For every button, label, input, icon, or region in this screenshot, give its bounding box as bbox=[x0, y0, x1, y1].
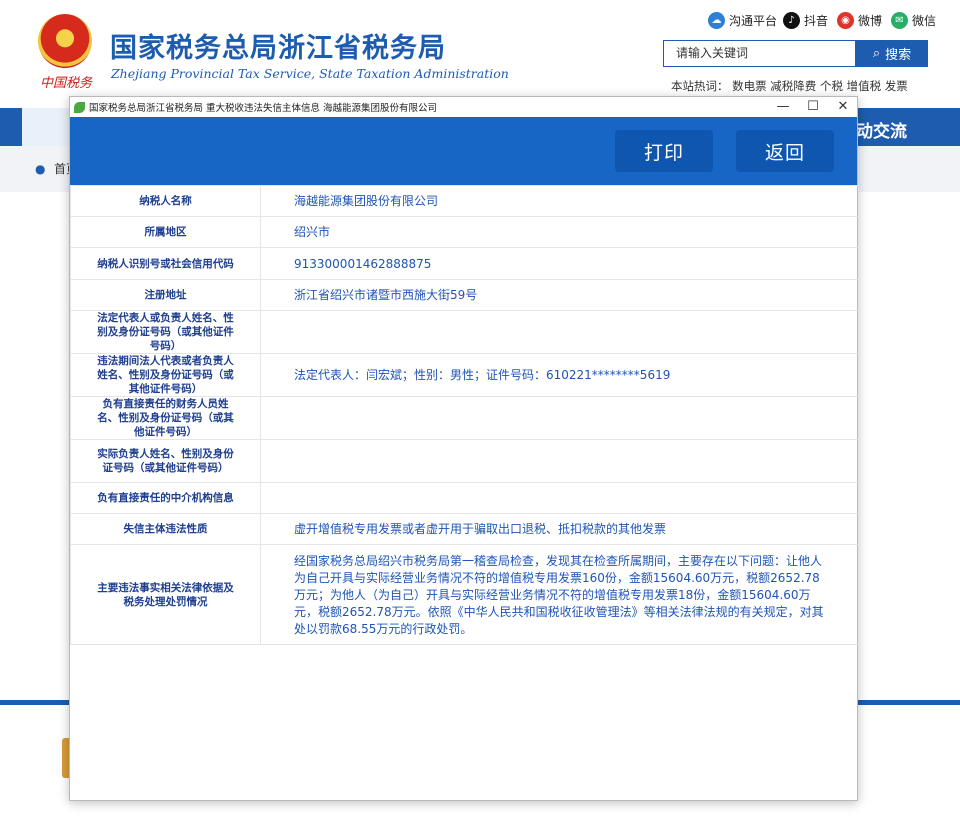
row-value: 绍兴市 bbox=[260, 216, 859, 248]
social-link-wechat[interactable]: ✉ 微信 bbox=[891, 12, 936, 29]
close-icon[interactable]: ✕ bbox=[835, 99, 851, 114]
social-label: 微信 bbox=[912, 14, 937, 28]
maximize-icon[interactable]: ☐ bbox=[805, 99, 821, 114]
emblem-caption: 中国税务 bbox=[40, 76, 93, 91]
minimize-icon[interactable]: — bbox=[775, 99, 791, 114]
table-row: 法定代表人或负责人姓名、性别及身份证号码（或其他证件号码） bbox=[70, 310, 859, 354]
back-button[interactable]: 返回 bbox=[736, 130, 834, 172]
row-value: 浙江省绍兴市诸暨市西施大街59号 bbox=[260, 279, 859, 311]
weibo-icon: ◉ bbox=[837, 12, 854, 29]
row-value bbox=[260, 396, 859, 440]
window-titlebar[interactable]: 国家税务总局浙江省税务局 重大税收违法失信主体信息 海越能源集团股份有限公司 —… bbox=[70, 97, 857, 117]
cloud-icon: ☁ bbox=[708, 12, 725, 29]
search-button[interactable]: ⌕ 搜索 bbox=[856, 40, 928, 67]
window-title: 国家税务总局浙江省税务局 重大税收违法失信主体信息 海越能源集团股份有限公司 bbox=[89, 103, 438, 114]
table-row: 负有直接责任的财务人员姓名、性别及身份证号码（或其他证件号码） bbox=[70, 396, 859, 440]
table-row: 注册地址 浙江省绍兴市诸暨市西施大街59号 bbox=[70, 279, 859, 311]
row-value bbox=[260, 482, 859, 514]
national-emblem-logo bbox=[38, 14, 92, 68]
row-value: 海越能源集团股份有限公司 bbox=[260, 185, 859, 217]
row-key: 实际负责人姓名、性别及身份证号码（或其他证件号码） bbox=[70, 439, 261, 483]
table-row: 所属地区 绍兴市 bbox=[70, 216, 859, 248]
table-row: 纳税人识别号或社会信用代码 913300001462888875 bbox=[70, 247, 859, 280]
social-label: 微博 bbox=[858, 14, 883, 28]
table-row: 主要违法事实相关法律依据及税务处理处罚情况 经国家税务总局绍兴市税务局第一稽查局… bbox=[70, 544, 859, 645]
row-key: 纳税人名称 bbox=[70, 185, 261, 217]
table-row: 实际负责人姓名、性别及身份证号码（或其他证件号码） bbox=[70, 439, 859, 483]
search-icon: ⌕ bbox=[872, 46, 881, 61]
table-row: 负有直接责任的中介机构信息 bbox=[70, 482, 859, 514]
row-key: 主要违法事实相关法律依据及税务处理处罚情况 bbox=[70, 544, 261, 645]
hot-words[interactable]: 本站热词： 数电票 减税降费 个税 增值税 发票 bbox=[671, 78, 908, 94]
row-key: 失信主体违法性质 bbox=[70, 513, 261, 545]
search-button-label: 搜索 bbox=[885, 48, 912, 63]
table-row: 失信主体违法性质 虚开增值税专用发票或者虚开用于骗取出口退税、抵扣税款的其他发票 bbox=[70, 513, 859, 545]
popup-window: 国家税务总局浙江省税务局 重大税收违法失信主体信息 海越能源集团股份有限公司 —… bbox=[69, 96, 859, 801]
social-link-weibo[interactable]: ◉ 微博 bbox=[837, 12, 882, 29]
taxpayer-info-table: 纳税人名称 海越能源集团股份有限公司 所属地区 绍兴市 纳税人识别号或社会信用代… bbox=[70, 185, 859, 645]
row-key: 注册地址 bbox=[70, 279, 261, 311]
print-button[interactable]: 打印 bbox=[615, 130, 713, 172]
row-value: 虚开增值税专用发票或者虚开用于骗取出口退税、抵扣税款的其他发票 bbox=[260, 513, 859, 545]
row-value: 经国家税务总局绍兴市税务局第一稽查局检查，发现其在检查所属期间，主要存在以下问题… bbox=[260, 544, 859, 645]
site-subtitle: Zhejiang Provincial Tax Service, State T… bbox=[111, 66, 509, 81]
table-row: 违法期间法人代表或者负责人姓名、性别及身份证号码（或其他证件号码） 法定代表人：… bbox=[70, 353, 859, 397]
nav-home-tab[interactable] bbox=[22, 108, 70, 146]
row-key: 法定代表人或负责人姓名、性别及身份证号码（或其他证件号码） bbox=[70, 310, 261, 354]
douyin-icon: ♪ bbox=[783, 12, 800, 29]
site-title[interactable]: 国家税务总局浙江省税务局 bbox=[110, 26, 446, 65]
row-key: 负有直接责任的财务人员姓名、性别及身份证号码（或其他证件号码） bbox=[70, 396, 261, 440]
location-pin-icon: ● bbox=[35, 162, 46, 176]
row-value bbox=[260, 310, 859, 354]
browser-leaf-icon bbox=[74, 101, 85, 113]
wechat-icon: ✉ bbox=[891, 12, 908, 29]
social-link-douyin[interactable]: ♪ 抖音 bbox=[783, 12, 828, 29]
row-value: 法定代表人：闫宏斌；性别：男性；证件号码：610221********5619 bbox=[260, 353, 859, 397]
row-key: 所属地区 bbox=[70, 216, 261, 248]
search-input[interactable]: 请输入关键词 bbox=[663, 40, 856, 67]
row-value bbox=[260, 439, 859, 483]
table-row: 纳税人名称 海越能源集团股份有限公司 bbox=[70, 185, 859, 217]
social-label: 抖音 bbox=[804, 14, 829, 28]
row-key: 纳税人识别号或社会信用代码 bbox=[70, 247, 261, 280]
action-toolbar: 打印 返回 bbox=[70, 117, 857, 185]
social-label: 沟通平台 bbox=[729, 14, 778, 28]
social-link-platform[interactable]: ☁ 沟通平台 bbox=[708, 12, 777, 29]
row-key: 违法期间法人代表或者负责人姓名、性别及身份证号码（或其他证件号码） bbox=[70, 353, 261, 397]
row-key: 负有直接责任的中介机构信息 bbox=[70, 482, 261, 514]
nav-item-interaction[interactable]: 动交流 bbox=[856, 117, 907, 142]
row-value: 913300001462888875 bbox=[260, 247, 859, 280]
